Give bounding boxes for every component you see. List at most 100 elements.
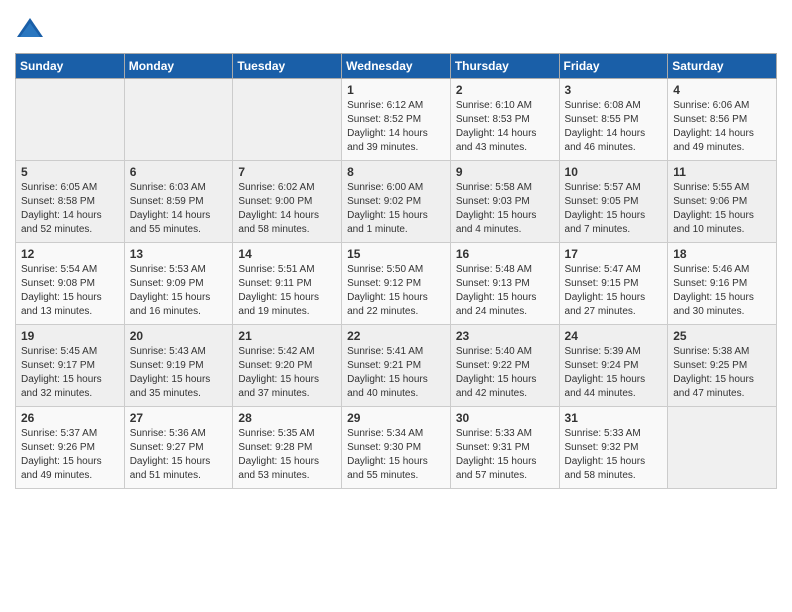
day-cell: 16 Sunrise: 5:48 AM Sunset: 9:13 PM Dayli…	[450, 243, 559, 325]
day-cell: 31 Sunrise: 5:33 AM Sunset: 9:32 PM Dayli…	[559, 407, 668, 489]
day-info: Sunrise: 5:39 AM Sunset: 9:24 PM Dayligh…	[565, 345, 663, 401]
day-number: 30	[456, 411, 554, 425]
day-number: 26	[21, 411, 119, 425]
day-info: Sunrise: 5:41 AM Sunset: 9:21 PM Dayligh…	[347, 345, 445, 401]
day-cell: 2 Sunrise: 6:10 AM Sunset: 8:53 PM Daylig…	[450, 79, 559, 161]
day-info: Sunrise: 5:47 AM Sunset: 9:15 PM Dayligh…	[565, 263, 663, 319]
day-header-sunday: Sunday	[16, 54, 125, 79]
day-info: Sunrise: 5:36 AM Sunset: 9:27 PM Dayligh…	[130, 427, 228, 483]
page: SundayMondayTuesdayWednesdayThursdayFrid…	[0, 0, 792, 504]
day-info: Sunrise: 6:03 AM Sunset: 8:59 PM Dayligh…	[130, 181, 228, 237]
day-number: 6	[130, 165, 228, 179]
day-number: 29	[347, 411, 445, 425]
day-number: 17	[565, 247, 663, 261]
day-info: Sunrise: 5:42 AM Sunset: 9:20 PM Dayligh…	[238, 345, 336, 401]
day-info: Sunrise: 6:08 AM Sunset: 8:55 PM Dayligh…	[565, 99, 663, 155]
day-info: Sunrise: 5:55 AM Sunset: 9:06 PM Dayligh…	[673, 181, 771, 237]
day-number: 22	[347, 329, 445, 343]
day-number: 13	[130, 247, 228, 261]
day-number: 23	[456, 329, 554, 343]
day-number: 31	[565, 411, 663, 425]
day-cell: 30 Sunrise: 5:33 AM Sunset: 9:31 PM Dayli…	[450, 407, 559, 489]
day-info: Sunrise: 5:40 AM Sunset: 9:22 PM Dayligh…	[456, 345, 554, 401]
day-cell	[668, 407, 777, 489]
week-row-4: 19 Sunrise: 5:45 AM Sunset: 9:17 PM Dayli…	[16, 325, 777, 407]
day-header-thursday: Thursday	[450, 54, 559, 79]
day-header-saturday: Saturday	[668, 54, 777, 79]
day-number: 18	[673, 247, 771, 261]
day-number: 10	[565, 165, 663, 179]
calendar-table: SundayMondayTuesdayWednesdayThursdayFrid…	[15, 53, 777, 489]
day-number: 25	[673, 329, 771, 343]
day-cell: 7Sunrise: 6:02 AM Sunset: 9:00 PM Daylig…	[233, 161, 342, 243]
day-cell: 1 Sunrise: 6:12 AM Sunset: 8:52 PM Daylig…	[342, 79, 451, 161]
day-cell: 26Sunrise: 5:37 AM Sunset: 9:26 PM Dayli…	[16, 407, 125, 489]
day-cell: 13 Sunrise: 5:53 AM Sunset: 9:09 PM Dayli…	[124, 243, 233, 325]
day-number: 20	[130, 329, 228, 343]
day-number: 27	[130, 411, 228, 425]
day-number: 11	[673, 165, 771, 179]
day-header-friday: Friday	[559, 54, 668, 79]
day-cell: 5Sunrise: 6:05 AM Sunset: 8:58 PM Daylig…	[16, 161, 125, 243]
day-number: 28	[238, 411, 336, 425]
day-cell: 15 Sunrise: 5:50 AM Sunset: 9:12 PM Dayli…	[342, 243, 451, 325]
day-cell: 3 Sunrise: 6:08 AM Sunset: 8:55 PM Daylig…	[559, 79, 668, 161]
day-number: 7	[238, 165, 336, 179]
day-info: Sunrise: 5:51 AM Sunset: 9:11 PM Dayligh…	[238, 263, 336, 319]
day-info: Sunrise: 5:46 AM Sunset: 9:16 PM Dayligh…	[673, 263, 771, 319]
day-number: 12	[21, 247, 119, 261]
day-number: 15	[347, 247, 445, 261]
day-info: Sunrise: 5:34 AM Sunset: 9:30 PM Dayligh…	[347, 427, 445, 483]
day-info: Sunrise: 5:54 AM Sunset: 9:08 PM Dayligh…	[21, 263, 119, 319]
day-number: 14	[238, 247, 336, 261]
day-cell: 6 Sunrise: 6:03 AM Sunset: 8:59 PM Daylig…	[124, 161, 233, 243]
day-header-wednesday: Wednesday	[342, 54, 451, 79]
day-cell: 17 Sunrise: 5:47 AM Sunset: 9:15 PM Dayli…	[559, 243, 668, 325]
day-info: Sunrise: 6:00 AM Sunset: 9:02 PM Dayligh…	[347, 181, 445, 237]
day-number: 4	[673, 83, 771, 97]
day-number: 16	[456, 247, 554, 261]
header	[15, 10, 777, 45]
day-cell: 25 Sunrise: 5:38 AM Sunset: 9:25 PM Dayli…	[668, 325, 777, 407]
day-cell: 11 Sunrise: 5:55 AM Sunset: 9:06 PM Dayli…	[668, 161, 777, 243]
day-cell: 18 Sunrise: 5:46 AM Sunset: 9:16 PM Dayli…	[668, 243, 777, 325]
day-info: Sunrise: 5:58 AM Sunset: 9:03 PM Dayligh…	[456, 181, 554, 237]
day-number: 24	[565, 329, 663, 343]
day-cell: 21Sunrise: 5:42 AM Sunset: 9:20 PM Dayli…	[233, 325, 342, 407]
day-number: 2	[456, 83, 554, 97]
day-cell: 8Sunrise: 6:00 AM Sunset: 9:02 PM Daylig…	[342, 161, 451, 243]
day-info: Sunrise: 5:57 AM Sunset: 9:05 PM Dayligh…	[565, 181, 663, 237]
week-row-2: 5Sunrise: 6:05 AM Sunset: 8:58 PM Daylig…	[16, 161, 777, 243]
day-info: Sunrise: 5:50 AM Sunset: 9:12 PM Dayligh…	[347, 263, 445, 319]
day-number: 19	[21, 329, 119, 343]
day-cell: 22 Sunrise: 5:41 AM Sunset: 9:21 PM Dayli…	[342, 325, 451, 407]
day-info: Sunrise: 6:06 AM Sunset: 8:56 PM Dayligh…	[673, 99, 771, 155]
day-number: 3	[565, 83, 663, 97]
day-header-tuesday: Tuesday	[233, 54, 342, 79]
day-cell: 10 Sunrise: 5:57 AM Sunset: 9:05 PM Dayli…	[559, 161, 668, 243]
day-info: Sunrise: 5:53 AM Sunset: 9:09 PM Dayligh…	[130, 263, 228, 319]
day-header-monday: Monday	[124, 54, 233, 79]
day-info: Sunrise: 5:43 AM Sunset: 9:19 PM Dayligh…	[130, 345, 228, 401]
day-cell: 20 Sunrise: 5:43 AM Sunset: 9:19 PM Dayli…	[124, 325, 233, 407]
logo-icon	[15, 15, 45, 45]
day-info: Sunrise: 5:35 AM Sunset: 9:28 PM Dayligh…	[238, 427, 336, 483]
day-cell	[124, 79, 233, 161]
day-cell: 28 Sunrise: 5:35 AM Sunset: 9:28 PM Dayli…	[233, 407, 342, 489]
day-cell: 27 Sunrise: 5:36 AM Sunset: 9:27 PM Dayli…	[124, 407, 233, 489]
day-info: Sunrise: 5:38 AM Sunset: 9:25 PM Dayligh…	[673, 345, 771, 401]
day-cell: 12 Sunrise: 5:54 AM Sunset: 9:08 PM Dayli…	[16, 243, 125, 325]
day-cell	[233, 79, 342, 161]
day-cell: 24 Sunrise: 5:39 AM Sunset: 9:24 PM Dayli…	[559, 325, 668, 407]
day-cell: 4 Sunrise: 6:06 AM Sunset: 8:56 PM Daylig…	[668, 79, 777, 161]
day-info: Sunrise: 5:33 AM Sunset: 9:32 PM Dayligh…	[565, 427, 663, 483]
day-info: Sunrise: 6:12 AM Sunset: 8:52 PM Dayligh…	[347, 99, 445, 155]
day-info: Sunrise: 5:45 AM Sunset: 9:17 PM Dayligh…	[21, 345, 119, 401]
day-number: 1	[347, 83, 445, 97]
day-info: Sunrise: 5:33 AM Sunset: 9:31 PM Dayligh…	[456, 427, 554, 483]
week-row-1: 1 Sunrise: 6:12 AM Sunset: 8:52 PM Daylig…	[16, 79, 777, 161]
day-cell: 23 Sunrise: 5:40 AM Sunset: 9:22 PM Dayli…	[450, 325, 559, 407]
week-row-3: 12 Sunrise: 5:54 AM Sunset: 9:08 PM Dayli…	[16, 243, 777, 325]
day-info: Sunrise: 5:48 AM Sunset: 9:13 PM Dayligh…	[456, 263, 554, 319]
day-info: Sunrise: 6:10 AM Sunset: 8:53 PM Dayligh…	[456, 99, 554, 155]
